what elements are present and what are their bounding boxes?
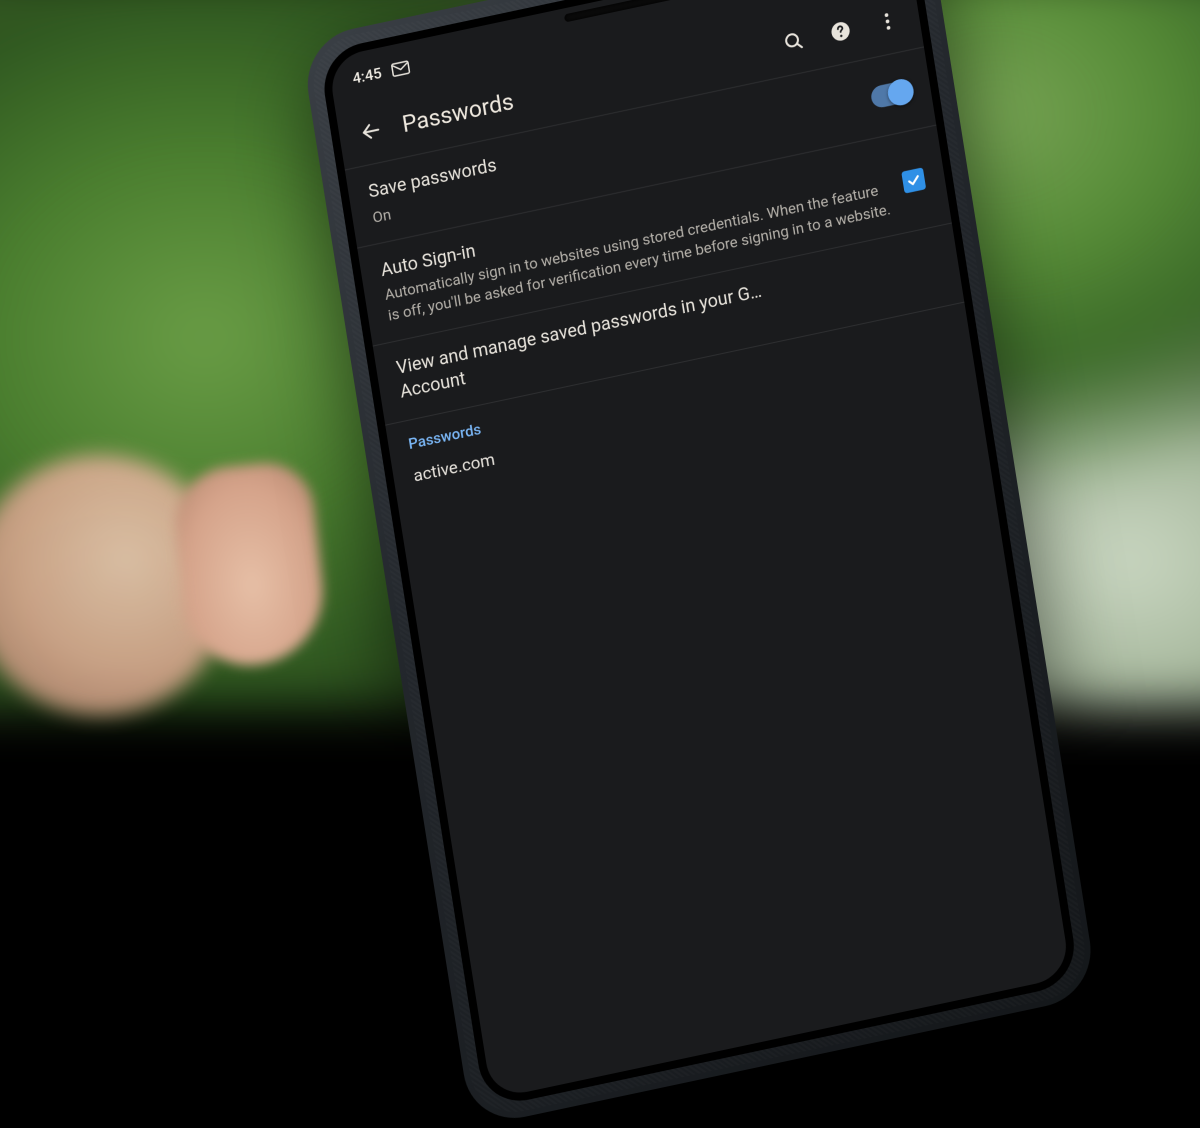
- help-button[interactable]: [816, 5, 866, 58]
- back-button[interactable]: [346, 105, 396, 158]
- search-icon: [781, 28, 806, 54]
- auto-signin-checkbox[interactable]: [901, 167, 926, 193]
- manage-text-cutoff: G…: [736, 280, 763, 306]
- check-icon: [905, 171, 923, 190]
- status-left: 4:45: [351, 58, 410, 88]
- toggle-knob: [886, 77, 916, 108]
- overflow-menu-button[interactable]: [863, 0, 913, 48]
- phone-screen: 4:45: [327, 0, 1071, 1099]
- help-circle-icon: [828, 18, 853, 44]
- save-passwords-toggle[interactable]: [870, 79, 913, 109]
- arrow-left-icon: [359, 118, 384, 144]
- search-button[interactable]: [769, 15, 819, 68]
- phone-body: 4:45: [318, 0, 1080, 1109]
- status-time: 4:45: [351, 64, 383, 88]
- mail-icon: [390, 60, 410, 78]
- more-vert-icon: [875, 8, 900, 34]
